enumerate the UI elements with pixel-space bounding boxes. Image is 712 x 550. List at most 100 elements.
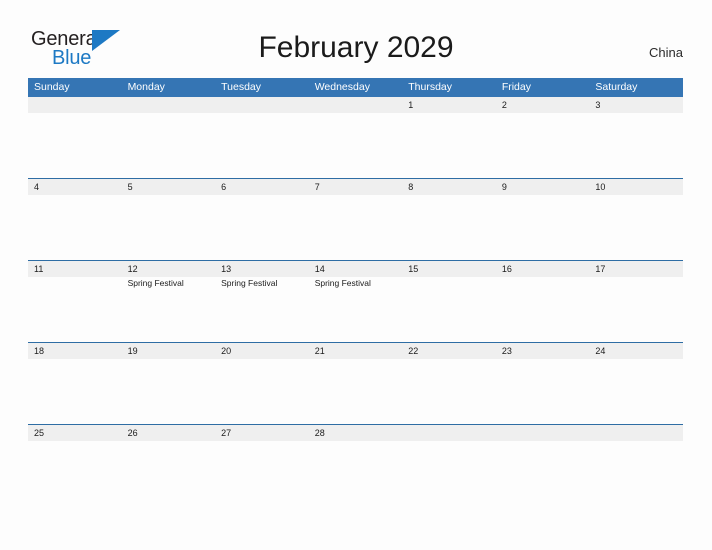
calendar-day-cell[interactable]: 25 bbox=[28, 425, 122, 506]
calendar-day-cell[interactable]: 24 bbox=[589, 343, 683, 424]
weekday-header-monday: Monday bbox=[127, 81, 165, 93]
day-number: 4 bbox=[34, 182, 40, 192]
calendar-week-row: 11 12 Spring Festival 13 Spring Festival 14 Sp… bbox=[28, 260, 683, 342]
calendar-weeks: 1 2 3 4 5 6 7 8 9 10 11 12 Spring Festival 13 Spring F… bbox=[28, 97, 683, 506]
date-band bbox=[402, 179, 496, 195]
day-number: 20 bbox=[221, 346, 232, 356]
weekday-header-tuesday: Tuesday bbox=[221, 81, 262, 93]
calendar-day-cell[interactable]: 27 bbox=[215, 425, 309, 506]
calendar-day-cell[interactable]: 22 bbox=[402, 343, 496, 424]
calendar-day-cell[interactable]: 19 bbox=[121, 343, 216, 424]
event-label[interactable]: Spring Festival bbox=[221, 278, 307, 289]
day-number: 19 bbox=[127, 346, 138, 356]
date-band bbox=[402, 97, 496, 113]
date-band bbox=[28, 179, 122, 195]
calendar-day-cell-empty[interactable] bbox=[495, 425, 590, 506]
day-number: 3 bbox=[595, 100, 601, 110]
day-number: 6 bbox=[221, 182, 227, 192]
day-number: 17 bbox=[595, 264, 606, 274]
date-band bbox=[402, 425, 496, 441]
day-number: 7 bbox=[314, 182, 320, 192]
day-number: 27 bbox=[221, 428, 232, 438]
calendar-day-cell[interactable]: 7 bbox=[308, 179, 403, 260]
event-label[interactable]: Spring Festival bbox=[315, 278, 401, 289]
calendar-week-row: 18 19 20 21 22 23 24 bbox=[28, 342, 683, 424]
calendar-day-cell[interactable]: 5 bbox=[121, 179, 216, 260]
date-band bbox=[215, 179, 309, 195]
calendar-day-cell-empty[interactable] bbox=[589, 425, 683, 506]
calendar-day-cell[interactable]: 4 bbox=[28, 179, 122, 260]
date-band bbox=[589, 97, 683, 113]
day-number: 13 bbox=[221, 264, 232, 274]
weekday-header-sunday: Sunday bbox=[34, 81, 70, 93]
calendar-day-cell[interactable]: 21 bbox=[308, 343, 403, 424]
calendar-week-row: 4 5 6 7 8 9 10 bbox=[28, 178, 683, 260]
calendar-day-cell-empty[interactable] bbox=[402, 425, 496, 506]
calendar-day-cell[interactable]: 16 bbox=[495, 261, 590, 342]
calendar-grid: Sunday Monday Tuesday Wednesday Thursday… bbox=[28, 78, 683, 506]
calendar-week-row: 1 2 3 bbox=[28, 97, 683, 178]
weekday-header-row: Sunday Monday Tuesday Wednesday Thursday… bbox=[28, 78, 683, 97]
page-title: February 2029 bbox=[258, 31, 454, 64]
calendar-day-cell[interactable]: 18 bbox=[28, 343, 122, 424]
calendar-week-row: 25 26 27 28 bbox=[28, 424, 683, 506]
day-number: 1 bbox=[408, 100, 414, 110]
calendar-day-cell[interactable]: 28 bbox=[308, 425, 403, 506]
day-number: 25 bbox=[34, 428, 45, 438]
day-number: 24 bbox=[595, 346, 606, 356]
calendar-day-cell[interactable]: 6 bbox=[215, 179, 309, 260]
day-number: 22 bbox=[408, 346, 419, 356]
calendar-day-cell[interactable]: 17 bbox=[589, 261, 683, 342]
calendar-day-cell[interactable]: 26 bbox=[121, 425, 216, 506]
calendar-day-cell[interactable]: 1 bbox=[402, 97, 496, 178]
date-band bbox=[495, 425, 590, 441]
calendar-day-cell[interactable]: 3 bbox=[589, 97, 683, 178]
date-band bbox=[215, 97, 309, 113]
day-number: 2 bbox=[501, 100, 507, 110]
date-band bbox=[121, 179, 216, 195]
date-band bbox=[495, 97, 590, 113]
date-band bbox=[28, 97, 122, 113]
day-number: 16 bbox=[501, 264, 512, 274]
weekday-header-wednesday: Wednesday bbox=[314, 81, 370, 93]
date-band bbox=[308, 97, 403, 113]
page-header: General Blue February 2029 China bbox=[0, 0, 712, 76]
day-number: 28 bbox=[314, 428, 325, 438]
day-number: 9 bbox=[501, 182, 507, 192]
day-number: 21 bbox=[314, 346, 325, 356]
calendar-day-cell[interactable]: 12 Spring Festival bbox=[121, 261, 216, 342]
calendar-day-cell-empty[interactable] bbox=[308, 97, 403, 178]
day-events: Spring Festival bbox=[221, 278, 307, 289]
day-number: 18 bbox=[34, 346, 45, 356]
day-number: 15 bbox=[408, 264, 419, 274]
weekday-header-thursday: Thursday bbox=[408, 81, 453, 93]
day-events: Spring Festival bbox=[128, 278, 214, 289]
calendar-day-cell[interactable]: 23 bbox=[495, 343, 590, 424]
calendar-day-cell[interactable]: 20 bbox=[215, 343, 309, 424]
calendar-day-cell[interactable]: 9 bbox=[495, 179, 590, 260]
day-number: 5 bbox=[127, 182, 133, 192]
date-band bbox=[121, 97, 216, 113]
calendar-day-cell[interactable]: 14 Spring Festival bbox=[308, 261, 403, 342]
date-band bbox=[589, 425, 683, 441]
day-number: 12 bbox=[127, 264, 138, 274]
day-number: 14 bbox=[314, 264, 325, 274]
event-label[interactable]: Spring Festival bbox=[128, 278, 214, 289]
calendar-day-cell-empty[interactable] bbox=[28, 97, 122, 178]
day-number: 11 bbox=[34, 264, 44, 274]
calendar-day-cell[interactable]: 15 bbox=[402, 261, 496, 342]
date-band bbox=[495, 179, 590, 195]
date-band bbox=[308, 179, 403, 195]
calendar-day-cell[interactable]: 8 bbox=[402, 179, 496, 260]
calendar-day-cell-empty[interactable] bbox=[215, 97, 309, 178]
calendar-day-cell[interactable]: 10 bbox=[589, 179, 683, 260]
calendar-day-cell[interactable]: 11 bbox=[28, 261, 122, 342]
day-number: 10 bbox=[595, 182, 606, 192]
region-label: China bbox=[649, 45, 683, 60]
calendar-day-cell-empty[interactable] bbox=[121, 97, 216, 178]
calendar-day-cell[interactable]: 2 bbox=[495, 97, 590, 178]
weekday-header-friday: Friday bbox=[501, 81, 531, 93]
day-number: 8 bbox=[408, 182, 414, 192]
day-events: Spring Festival bbox=[315, 278, 401, 289]
calendar-day-cell[interactable]: 13 Spring Festival bbox=[215, 261, 309, 342]
